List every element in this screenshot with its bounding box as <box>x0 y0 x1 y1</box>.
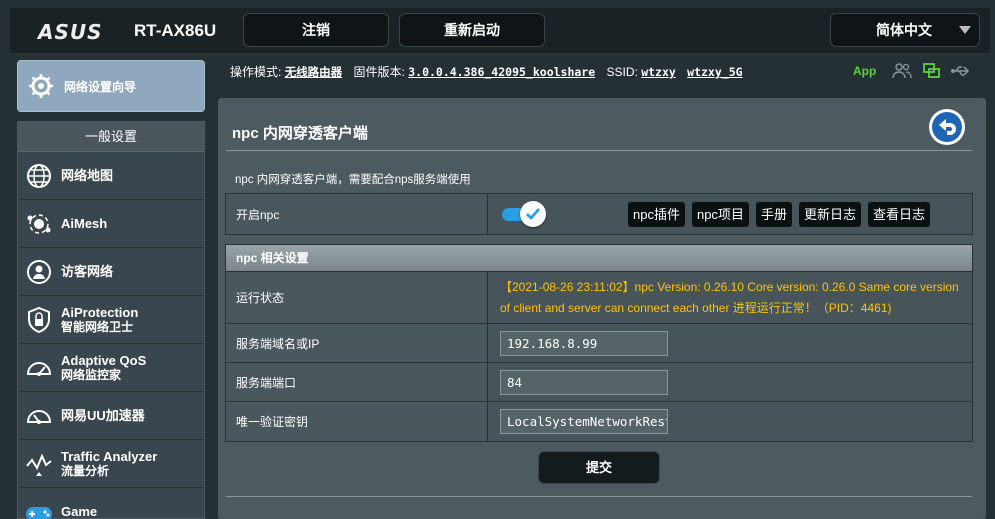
run-status-line: 【2021-08-26 23:11:02】npc Version: 0.26.1… <box>500 279 959 294</box>
guest-network-icon <box>24 257 54 287</box>
server-ip-input[interactable] <box>500 330 668 356</box>
sidebar-menu: 一般设置 网络地图 AiMesh 访客网络 AiProtection 智能网络卫士 <box>17 121 205 519</box>
ssid-label: SSID: <box>606 65 638 79</box>
checkmark-icon <box>526 208 541 221</box>
aimesh-icon <box>24 209 54 239</box>
network-status-icon[interactable] <box>922 62 942 80</box>
sidebar-item-sublabel: 智能网络卫士 <box>61 319 134 334</box>
run-status-label: 运行状态 <box>226 272 488 323</box>
sidebar-item-network-map[interactable]: 网络地图 <box>18 152 204 200</box>
manual-button[interactable]: 手册 <box>755 201 792 227</box>
run-status-text: 【2021-08-26 23:11:02】npc Version: 0.26.1… <box>500 277 967 319</box>
sidebar-item-game[interactable]: Game <box>18 488 204 519</box>
sidebar-item-traffic-analyzer[interactable]: Traffic Analyzer 流量分析 <box>18 440 204 488</box>
server-port-input[interactable] <box>500 369 668 395</box>
enable-table: 开启npc npc插件 npc项目 手册 更新日志 查看日志 <box>225 193 973 235</box>
speedometer-icon <box>24 353 54 383</box>
server-port-label: 服务端端口 <box>226 363 488 401</box>
wizard-gear-icon <box>29 74 53 98</box>
sidebar-item-aiprotection[interactable]: AiProtection 智能网络卫士 <box>18 296 204 344</box>
shield-lock-icon <box>24 305 54 335</box>
sidebar-item-label: 网易UU加速器 <box>61 408 145 423</box>
sidebar-item-label: 访客网络 <box>61 264 114 279</box>
sidebar-item-sublabel: 流量分析 <box>61 463 110 478</box>
firmware-link[interactable]: 3.0.0.4.386_42095_koolshare <box>408 65 595 79</box>
sidebar-item-guest-network[interactable]: 访客网络 <box>18 248 204 296</box>
ssid-link-2g[interactable]: wtzxy <box>641 65 676 79</box>
sidebar-item-adaptive-qos[interactable]: Adaptive QoS 网络监控家 <box>18 344 204 392</box>
traffic-analyzer-icon <box>24 449 54 479</box>
quick-setup-button[interactable]: 网络设置向导 <box>17 60 205 112</box>
app-link[interactable]: App <box>853 64 876 78</box>
page-title: npc 内网穿透客户端 <box>232 125 368 142</box>
vkey-input[interactable] <box>500 409 668 434</box>
sidebar-item-label: AiMesh <box>61 216 108 231</box>
view-log-button[interactable]: 查看日志 <box>867 201 930 227</box>
npc-plugin-button[interactable]: npc插件 <box>628 201 685 227</box>
gamepad-icon <box>24 497 54 519</box>
clients-icon[interactable] <box>892 62 912 80</box>
router-model: RT-AX86U <box>134 21 217 40</box>
chevron-down-icon <box>959 26 971 34</box>
ssid-link-5g[interactable]: wtzxy_5G <box>687 65 742 79</box>
sidebar-section-title: 一般设置 <box>18 122 204 152</box>
quick-setup-label: 网络设置向导 <box>64 79 137 94</box>
sidebar-item-label: Adaptive QoS <box>61 352 147 368</box>
settings-table: npc 相关设置 运行状态 【2021-08-26 23:11:02】npc V… <box>225 244 973 442</box>
main-panel: npc 内网穿透客户端 npc 内网穿透客户端，需要配合nps服务端使用 开启n… <box>218 98 986 519</box>
enable-npc-toggle[interactable] <box>500 201 546 227</box>
language-select[interactable]: 简体中文 <box>830 13 980 47</box>
language-label: 简体中文 <box>876 22 932 38</box>
top-bar: ASUS RT-AX86U 注销 重新启动 简体中文 <box>10 8 990 54</box>
sidebar: 网络设置向导 一般设置 网络地图 AiMesh 访客网络 AiProtectio… <box>10 54 218 519</box>
settings-section-title: npc 相关设置 <box>226 245 972 272</box>
sidebar-item-label: AiProtection <box>61 304 139 320</box>
reboot-button[interactable]: 重新启动 <box>399 13 545 47</box>
enable-npc-label: 开启npc <box>226 194 488 234</box>
sidebar-item-label: Traffic Analyzer <box>61 448 158 464</box>
sidebar-item-uu-accelerator[interactable]: 网易UU加速器 <box>18 392 204 440</box>
globe-icon <box>24 161 54 191</box>
op-mode-link[interactable]: 无线路由器 <box>285 65 343 79</box>
divider <box>226 150 972 151</box>
server-ip-label: 服务端域名或IP <box>226 324 488 362</box>
usb-icon[interactable] <box>950 62 972 80</box>
submit-button[interactable]: 提交 <box>538 451 660 484</box>
speedometer-icon <box>24 401 54 431</box>
firmware-label: 固件版本: <box>353 65 405 79</box>
back-arrow-icon[interactable] <box>928 108 966 146</box>
vkey-label: 唯一验证密钥 <box>226 402 488 441</box>
sidebar-item-aimesh[interactable]: AiMesh <box>18 200 204 248</box>
sidebar-item-sublabel: 网络监控家 <box>61 367 122 382</box>
run-status-line: of client and server can connect each ot… <box>500 300 892 315</box>
npc-project-button[interactable]: npc项目 <box>691 201 749 227</box>
sidebar-item-label: 网络地图 <box>61 168 114 183</box>
logout-button[interactable]: 注销 <box>243 13 389 47</box>
op-mode-label: 操作模式: <box>230 65 282 79</box>
asus-logo[interactable]: ASUS <box>38 20 103 44</box>
changelog-button[interactable]: 更新日志 <box>798 201 861 227</box>
divider <box>226 496 972 497</box>
sidebar-item-label: Game <box>61 504 98 519</box>
page-description: npc 内网穿透客户端，需要配合nps服务端使用 <box>235 174 471 186</box>
status-line: 操作模式: 无线路由器 固件版本: 3.0.0.4.386_42095_kool… <box>230 63 743 80</box>
